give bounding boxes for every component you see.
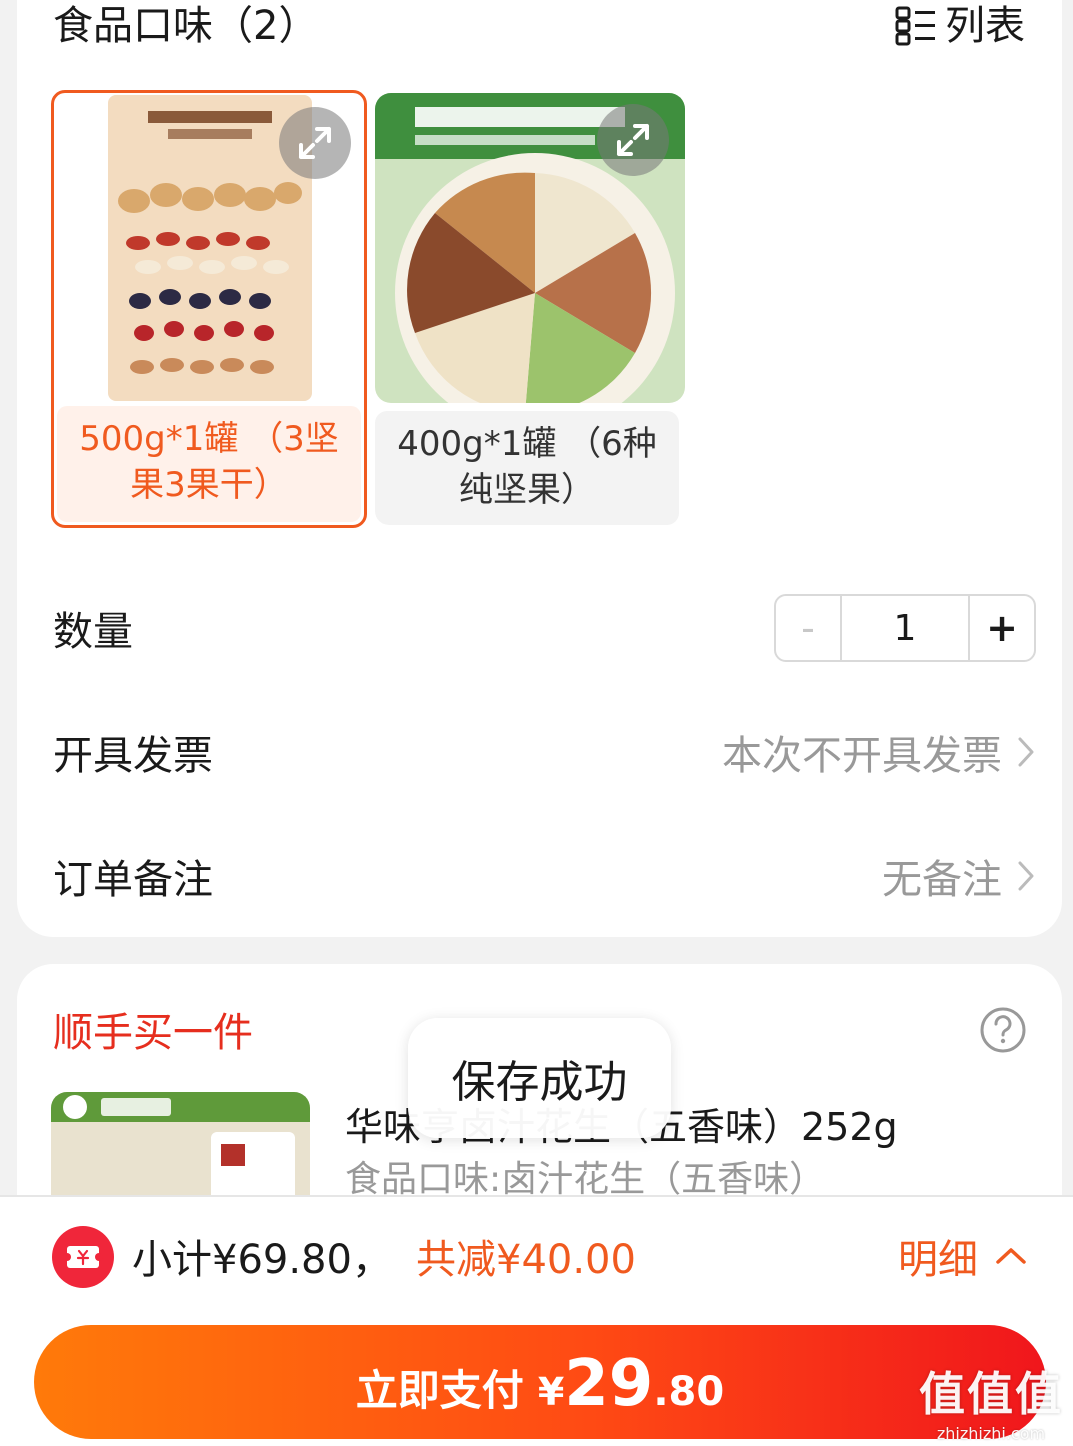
pay-amount-decimal: .80	[653, 1369, 725, 1415]
discount-text: 共减¥40.00	[416, 1237, 636, 1283]
chevron-up-icon	[996, 1248, 1026, 1264]
save-success-toast: 保存成功	[408, 1018, 671, 1138]
chevron-right-icon	[1018, 861, 1034, 891]
flavor-section-title: 食品口味（2）	[53, 3, 319, 49]
watermark-url: zhizhizhi.com	[936, 1424, 1046, 1443]
chevron-right-icon	[1018, 737, 1034, 767]
invoice-value: 本次不开具发票	[722, 733, 1002, 779]
quantity-plus-button[interactable]: +	[968, 596, 1034, 660]
list-icon	[895, 6, 935, 46]
invoice-label: 开具发票	[53, 733, 213, 779]
addon-section-title: 顺手买一件	[53, 1010, 253, 1056]
checkout-bottom-bar: 小计¥69.80， 共减¥40.00 明细 立即支付 ¥ 29 .80	[0, 1195, 1073, 1446]
invoice-value-group: 本次不开具发票	[722, 723, 1036, 781]
coupon-icon	[52, 1226, 114, 1288]
variant-option-2[interactable]: 400g*1罐 （6种纯坚果）	[375, 90, 685, 525]
variant-2-label: 400g*1罐 （6种纯坚果）	[375, 411, 679, 525]
expand-icon	[299, 127, 331, 159]
price-details-toggle[interactable]: 明细	[898, 1227, 1028, 1285]
quantity-value[interactable]: 1	[842, 596, 968, 660]
help-icon[interactable]	[979, 1006, 1027, 1054]
order-note-row[interactable]: 订单备注 无备注	[53, 846, 1036, 906]
pay-currency: ¥	[537, 1370, 565, 1414]
order-note-label: 订单备注	[53, 857, 213, 903]
quantity-stepper: - 1 +	[774, 594, 1036, 662]
list-toggle-label: 列表	[945, 3, 1025, 49]
watermark: 值值值 zhizhizhi.com	[919, 1358, 1063, 1443]
list-view-toggle[interactable]: 列表	[895, 2, 1025, 50]
details-label: 明细	[898, 1237, 978, 1283]
variant-1-label: 500g*1罐 （3坚果3果干）	[57, 406, 361, 522]
expand-icon	[617, 124, 649, 156]
order-note-value-group: 无备注	[882, 847, 1036, 905]
watermark-logo: 值值值	[919, 1367, 1063, 1421]
pay-now-button[interactable]: 立即支付 ¥ 29 .80	[34, 1325, 1046, 1439]
quantity-row: 数量 - 1 +	[53, 594, 1036, 662]
pay-label: 立即支付	[355, 1366, 524, 1415]
invoice-row[interactable]: 开具发票 本次不开具发票	[53, 722, 1036, 782]
subtotal-text: 小计¥69.80，	[132, 1237, 392, 1283]
pay-amount-integer: 29	[564, 1347, 654, 1421]
quantity-minus-button[interactable]: -	[776, 596, 842, 660]
quantity-label: 数量	[53, 609, 133, 655]
variant-1-expand-button[interactable]	[279, 107, 351, 179]
variant-2-expand-button[interactable]	[597, 104, 669, 176]
variant-option-1[interactable]: 500g*1罐 （3坚果3果干）	[51, 90, 367, 528]
order-note-value: 无备注	[882, 857, 1002, 903]
